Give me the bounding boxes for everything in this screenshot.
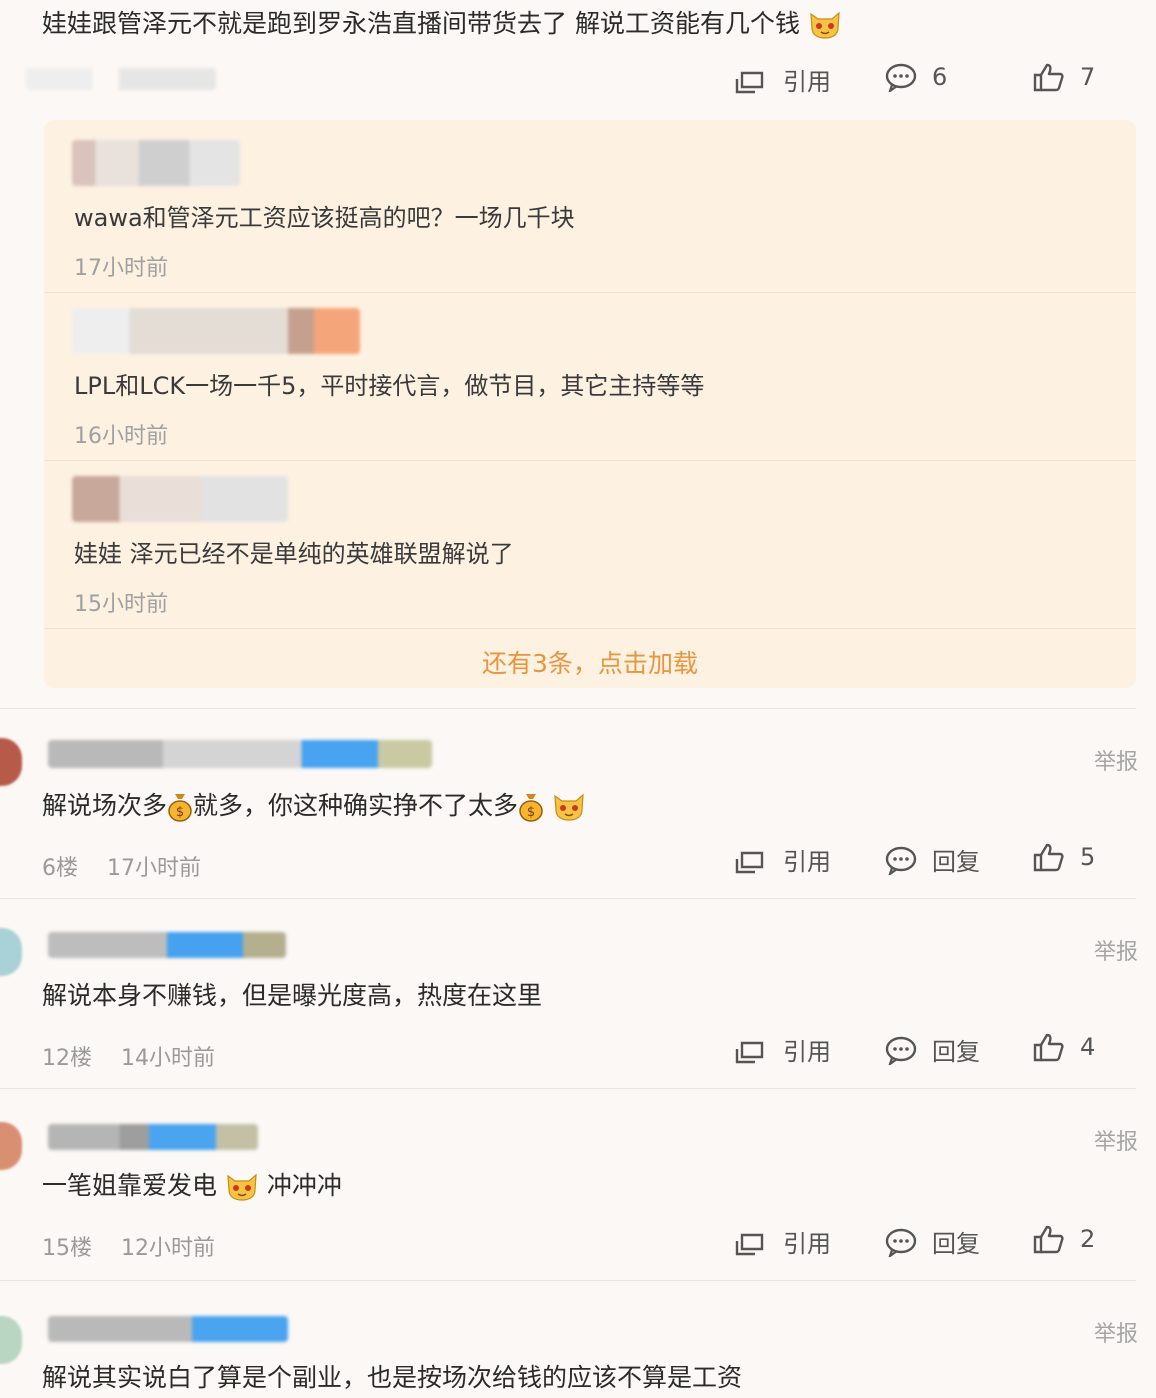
comment-icon (884, 62, 918, 92)
comment-text: 就多，你这种确实挣不了太多 (193, 791, 519, 820)
comment-icon (884, 1227, 918, 1257)
comment-time: 14小时前 (121, 1046, 215, 1071)
quote-button[interactable]: 引用 (735, 1224, 831, 1259)
like-count: 7 (1080, 63, 1096, 91)
comment-text-row: 解说场次多 就多，你这种确实挣不了太多 (42, 786, 586, 822)
like-count: 4 (1080, 1033, 1096, 1061)
reply-avatar-username (72, 308, 360, 354)
floor-number: 15楼 (42, 1236, 92, 1261)
comment-icon (884, 1035, 918, 1065)
like-button[interactable]: 5 (1032, 842, 1095, 872)
quote-label: 引用 (783, 848, 831, 876)
comment-text: 解说其实说白了算是个副业，也是按场次给钱的应该不算是工资 (42, 1363, 743, 1392)
reply-time: 15小时前 (74, 592, 168, 617)
top-comment: 娃娃跟管泽元不就是跑到罗永浩直播间带货去了 解说工资能有几个钱 引用 6 7 (0, 0, 1156, 110)
reply-button[interactable]: 回复 (884, 842, 980, 877)
blurred-username (26, 68, 216, 90)
comment-icon (884, 845, 918, 875)
reply-thread: wawa和管泽元工资应该挺高的吧？一场几千块 17小时前 LPL和LCK一场一千… (44, 120, 1136, 688)
quote-icon (735, 65, 769, 95)
cat-face-emoji (225, 1172, 259, 1202)
reply-label: 回复 (932, 1038, 980, 1066)
reply-avatar-username (72, 476, 288, 522)
like-count: 2 (1080, 1225, 1096, 1253)
comment-count-button[interactable]: 6 (884, 62, 947, 92)
money-bag-emoji (167, 792, 193, 822)
avatar (0, 1316, 22, 1364)
reply-label: 回复 (932, 1230, 980, 1258)
floor-number: 6楼 (42, 856, 78, 881)
report-link[interactable]: 举报 (1094, 934, 1138, 966)
comment-text: 解说场次多 (42, 791, 168, 820)
like-button[interactable]: 2 (1032, 1224, 1095, 1254)
comment-count: 6 (932, 63, 948, 91)
comment-meta: 15楼 12小时前 (42, 1230, 215, 1262)
blurred-username (48, 740, 432, 768)
quote-button[interactable]: 引用 (735, 1032, 831, 1067)
comment-meta: 12楼 14小时前 (42, 1040, 215, 1072)
reply-time: 16小时前 (74, 424, 168, 449)
top-comment-text-row: 娃娃跟管泽元不就是跑到罗永浩直播间带货去了 解说工资能有几个钱 (42, 4, 842, 40)
report-link[interactable]: 举报 (1094, 1124, 1138, 1156)
report-link[interactable]: 举报 (1094, 1316, 1138, 1348)
like-button[interactable]: 4 (1032, 1032, 1095, 1062)
comment-time: 12小时前 (121, 1236, 215, 1261)
comment-item: 举报 解说场次多 就多，你这种确实挣不了太多 6楼 17小时前 引用 回复 5 (0, 710, 1156, 896)
quote-label: 引用 (783, 68, 831, 96)
avatar (0, 928, 22, 976)
reply-time: 17小时前 (74, 256, 168, 281)
thumbs-up-icon (1032, 1032, 1066, 1062)
reply-text: 娃娃 泽元已经不是单纯的英雄联盟解说了 (74, 540, 514, 568)
reply-button[interactable]: 回复 (884, 1224, 980, 1259)
divider (44, 292, 1136, 293)
blurred-username (48, 1316, 288, 1342)
divider (0, 898, 1136, 899)
quote-icon (735, 1035, 769, 1065)
divider (0, 708, 1136, 709)
divider (44, 460, 1136, 461)
quote-label: 引用 (783, 1230, 831, 1258)
quote-icon (735, 845, 769, 875)
divider (0, 1088, 1136, 1089)
comment-text-row: 一笔姐靠爱发电 冲冲冲 (42, 1166, 342, 1202)
blurred-username (48, 1124, 258, 1150)
quote-button[interactable]: 引用 (735, 62, 831, 97)
thumbs-up-icon (1032, 1224, 1066, 1254)
reply-text: LPL和LCK一场一千5，平时接代言，做节目，其它主持等等 (74, 372, 705, 400)
money-bag-emoji (518, 792, 544, 822)
reply-label: 回复 (932, 848, 980, 876)
thumbs-up-icon (1032, 62, 1066, 92)
thumbs-up-icon (1032, 842, 1066, 872)
avatar (0, 738, 22, 786)
comment-text: 解说本身不赚钱，但是曝光度高，热度在这里 (42, 981, 543, 1010)
quote-button[interactable]: 引用 (735, 842, 831, 877)
reply-button[interactable]: 回复 (884, 1032, 980, 1067)
quote-icon (735, 1227, 769, 1257)
avatar (0, 1122, 22, 1170)
comment-time: 17小时前 (107, 856, 201, 881)
divider (0, 1280, 1136, 1281)
reply-text: wawa和管泽元工资应该挺高的吧？一场几千块 (74, 204, 575, 232)
comment-item: 举报 一笔姐靠爱发电 冲冲冲 15楼 12小时前 引用 回复 2 (0, 1090, 1156, 1280)
load-more-replies-link[interactable]: 还有3条，点击加载 (44, 644, 1136, 680)
comment-meta: 6楼 17小时前 (42, 850, 201, 882)
comment-item: 举报 解说其实说白了算是个副业，也是按场次给钱的应该不算是工资 (0, 1282, 1156, 1398)
cat-face-emoji (808, 10, 842, 40)
like-button[interactable]: 7 (1032, 62, 1095, 92)
top-comment-text: 娃娃跟管泽元不就是跑到罗永浩直播间带货去了 解说工资能有几个钱 (42, 9, 800, 38)
blurred-username (48, 932, 286, 958)
comment-item: 举报 解说本身不赚钱，但是曝光度高，热度在这里 12楼 14小时前 引用 回复 … (0, 900, 1156, 1086)
report-link[interactable]: 举报 (1094, 744, 1138, 776)
quote-label: 引用 (783, 1038, 831, 1066)
reply-avatar-username (72, 140, 240, 186)
cat-face-emoji (552, 792, 586, 822)
divider (44, 628, 1136, 629)
like-count: 5 (1080, 843, 1096, 871)
comment-text: 一笔姐靠爱发电 (42, 1171, 218, 1200)
comment-text: 冲冲冲 (266, 1171, 342, 1200)
floor-number: 12楼 (42, 1046, 92, 1071)
